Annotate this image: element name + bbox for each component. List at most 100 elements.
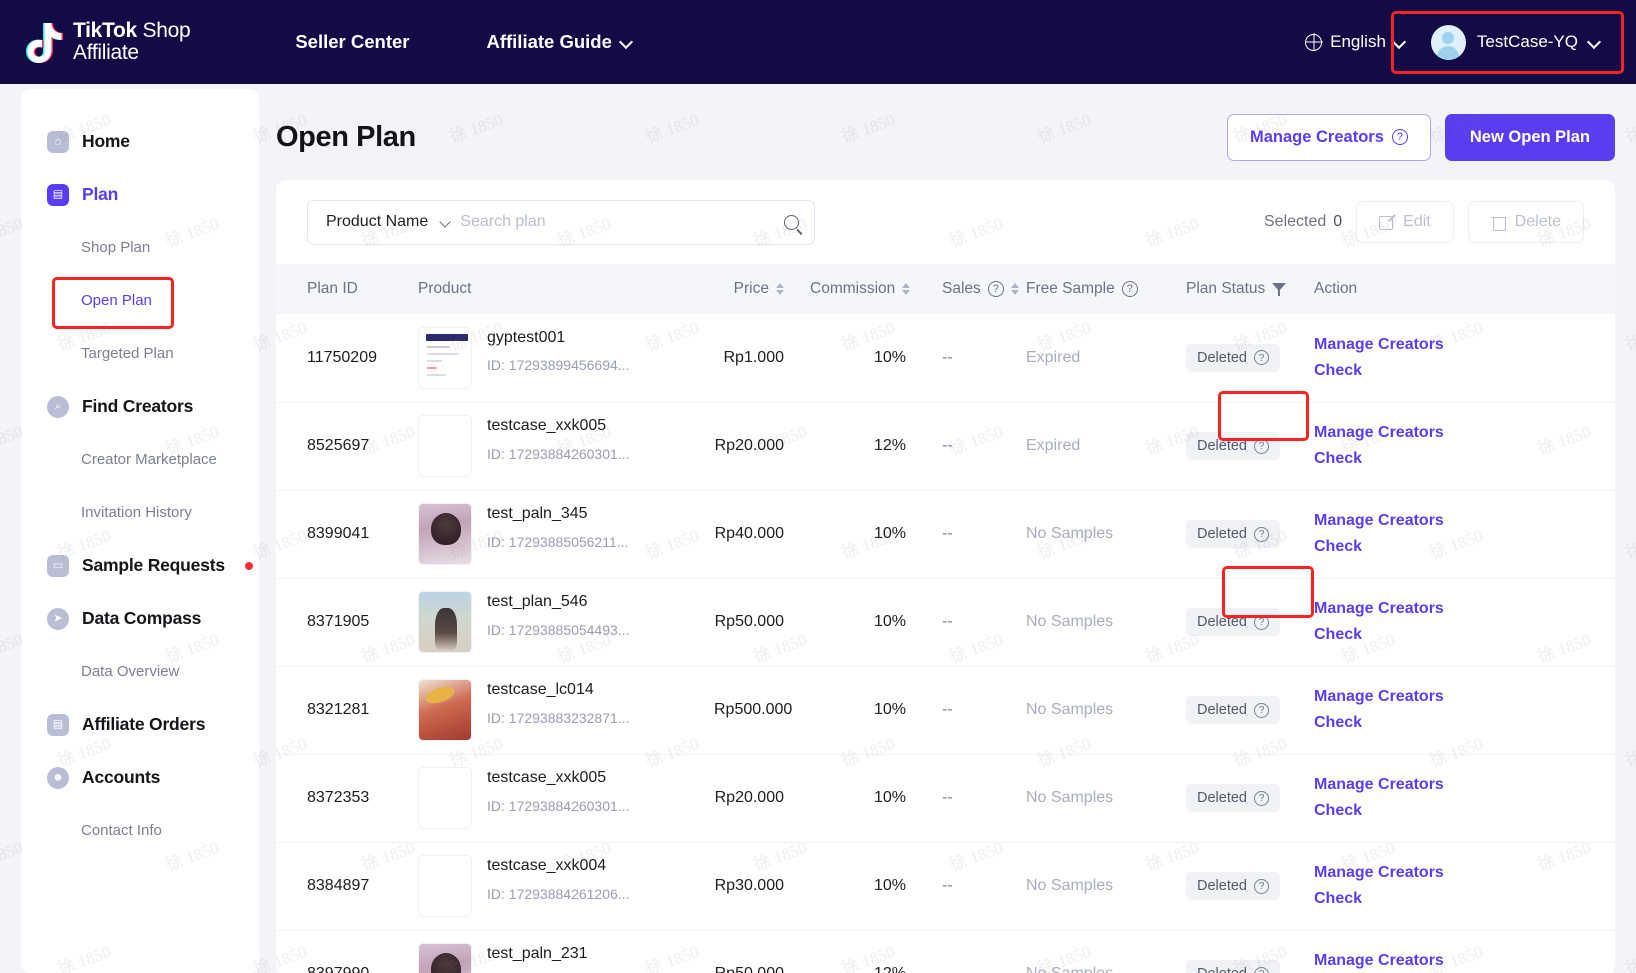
table-row[interactable]: 11750209 gyptest001 ID: 17293899456694... R… [276, 314, 1615, 403]
filter-icon[interactable] [1272, 282, 1287, 296]
sort-icon[interactable] [1010, 283, 1019, 295]
check-link[interactable]: Check [1314, 886, 1607, 912]
language-selector[interactable]: English [1305, 32, 1405, 52]
new-open-plan-button[interactable]: New Open Plan [1444, 113, 1615, 161]
help-icon[interactable]: ? [1253, 614, 1269, 630]
check-link[interactable]: Check [1314, 798, 1607, 824]
help-icon[interactable]: ? [1391, 129, 1408, 145]
sidebar-item-home[interactable]: ⌂ Home [21, 115, 259, 168]
manage-creators-link[interactable]: Manage Creators [1314, 596, 1607, 622]
manage-creators-link[interactable]: Manage Creators [1314, 332, 1607, 358]
column-header-sales-label: Sales [942, 280, 981, 297]
product-thumbnail [418, 943, 472, 973]
main-content: Open Plan Manage Creators ? New Open Pla… [259, 84, 1636, 973]
nav-seller-center[interactable]: Seller Center [295, 31, 409, 53]
sidebar-item-invitation-history[interactable]: Invitation History [21, 486, 259, 539]
cell-plan-status: Deleted? [1178, 402, 1306, 491]
sidebar-item-accounts[interactable]: ☻ Accounts [21, 751, 259, 804]
sidebar-item-open-plan[interactable]: Open Plan [21, 274, 259, 327]
column-header-price[interactable]: Price [706, 264, 802, 314]
column-header-plan-status: Plan Status [1178, 264, 1306, 314]
manage-creators-link[interactable]: Manage Creators [1314, 948, 1607, 973]
column-header-sales[interactable]: Sales ? [924, 264, 1019, 314]
manage-creators-link[interactable]: Manage Creators [1314, 420, 1607, 446]
help-icon[interactable]: ? [987, 281, 1004, 297]
sidebar-item-shop-plan[interactable]: Shop Plan [21, 221, 259, 274]
orders-icon: ▤ [47, 713, 69, 736]
product-thumbnail [418, 767, 472, 829]
manage-creators-link[interactable]: Manage Creators [1314, 684, 1607, 710]
search-field-selector[interactable]: Product Name [326, 213, 450, 231]
product-name: gyptest001 [487, 328, 566, 346]
sidebar-item-data-overview[interactable]: Data Overview [21, 645, 259, 698]
sidebar-item-plan[interactable]: ▤ Plan [21, 168, 259, 221]
cell-plan-status: Deleted? [1178, 578, 1306, 667]
sidebar-item-creator-marketplace[interactable]: Creator Marketplace [21, 433, 259, 486]
cell-action: Manage CreatorsCheck [1306, 578, 1615, 667]
cell-price: Rp30.000 [706, 842, 802, 931]
help-icon[interactable]: ? [1253, 790, 1269, 806]
status-badge: Deleted? [1186, 784, 1280, 812]
sidebar-item-find-creators[interactable]: ⌕ Find Creators [21, 380, 259, 433]
help-icon[interactable]: ? [1121, 281, 1138, 297]
chevron-down-icon [621, 37, 632, 48]
magnifier-icon[interactable] [784, 214, 799, 230]
manage-creators-button[interactable]: Manage Creators ? [1227, 113, 1431, 161]
status-badge: Deleted? [1186, 608, 1280, 636]
cell-price: Rp20.000 [706, 754, 802, 843]
manage-creators-link[interactable]: Manage Creators [1314, 860, 1607, 886]
sidebar-item-targeted-plan[interactable]: Targeted Plan [21, 327, 259, 380]
check-link[interactable]: Check [1314, 358, 1607, 384]
sidebar-item-invitation-history-label: Invitation History [81, 504, 192, 521]
cell-price: Rp50.000 [706, 578, 802, 667]
sidebar-item-affiliate-orders[interactable]: ▤ Affiliate Orders [21, 698, 259, 751]
sort-icon[interactable] [902, 283, 911, 295]
new-open-plan-button-label: New Open Plan [1469, 127, 1590, 146]
manage-creators-link[interactable]: Manage Creators [1314, 508, 1607, 534]
cell-price: Rp500.000 [706, 666, 802, 755]
sidebar-item-data-compass[interactable]: ➤ Data Compass [21, 592, 259, 645]
table-row[interactable]: 8321281 testcase_lc014 ID: 17293883232871.… [276, 666, 1615, 755]
tiktok-shop-affiliate-logo[interactable]: TikTok Shop Affiliate [24, 19, 191, 65]
check-link[interactable]: Check [1314, 710, 1607, 736]
chevron-down-icon [441, 218, 450, 227]
manage-creators-link[interactable]: Manage Creators [1314, 772, 1607, 798]
search-input[interactable] [460, 213, 774, 231]
cell-action: Manage CreatorsCheck [1306, 490, 1615, 579]
column-header-commission[interactable]: Commission [802, 264, 924, 314]
nav-affiliate-guide[interactable]: Affiliate Guide [486, 31, 631, 53]
search-circle-icon: ⌕ [47, 395, 69, 418]
account-menu[interactable]: TestCase-YQ [1423, 18, 1614, 67]
cell-commission: 10% [802, 314, 924, 403]
help-icon[interactable]: ? [1253, 438, 1269, 454]
help-icon[interactable]: ? [1253, 878, 1269, 894]
sidebar-item-contact-info[interactable]: Contact Info [21, 804, 259, 857]
column-header-price-label: Price [733, 280, 769, 297]
check-link[interactable]: Check [1314, 622, 1607, 648]
table-row[interactable]: 8399041 test_paln_345 ID: 17293885056211..… [276, 490, 1615, 579]
table-row[interactable]: 8371905 test_plan_546 ID: 17293885054493..… [276, 578, 1615, 667]
cell-action: Manage CreatorsCheck [1306, 402, 1615, 491]
help-icon[interactable]: ? [1253, 526, 1269, 542]
table-row[interactable]: 8525697 testcase_xxk005 ID: 17293884260301… [276, 402, 1615, 491]
edit-button[interactable]: Edit [1356, 201, 1454, 243]
sidebar-item-sample-requests[interactable]: ▭ Sample Requests [21, 539, 259, 592]
cell-price: Rp50.000 [706, 930, 802, 973]
cell-commission: 10% [802, 578, 924, 667]
status-badge: Deleted? [1186, 960, 1280, 973]
delete-button[interactable]: Delete [1467, 201, 1584, 243]
table-row[interactable]: 8397990test_paln_231ID: 17293885052...Rp… [276, 930, 1615, 973]
chevron-down-icon [1589, 37, 1600, 48]
check-link[interactable]: Check [1314, 534, 1607, 560]
cell-product: testcase_xxk004 ID: 17293884261206... [410, 842, 706, 931]
sort-icon[interactable] [776, 283, 784, 295]
table-row[interactable]: 8384897 testcase_xxk004 ID: 17293884261206… [276, 842, 1615, 931]
product-id: ID: 17293885056211... [487, 533, 629, 550]
help-icon[interactable]: ? [1253, 702, 1269, 718]
table-row[interactable]: 8372353 testcase_xxk005 ID: 17293884260301… [276, 754, 1615, 843]
help-icon[interactable]: ? [1253, 966, 1269, 973]
cell-sales: -- [924, 666, 1018, 755]
check-link[interactable]: Check [1314, 446, 1607, 472]
help-icon[interactable]: ? [1253, 350, 1269, 366]
calendar-icon: ▤ [47, 183, 69, 206]
